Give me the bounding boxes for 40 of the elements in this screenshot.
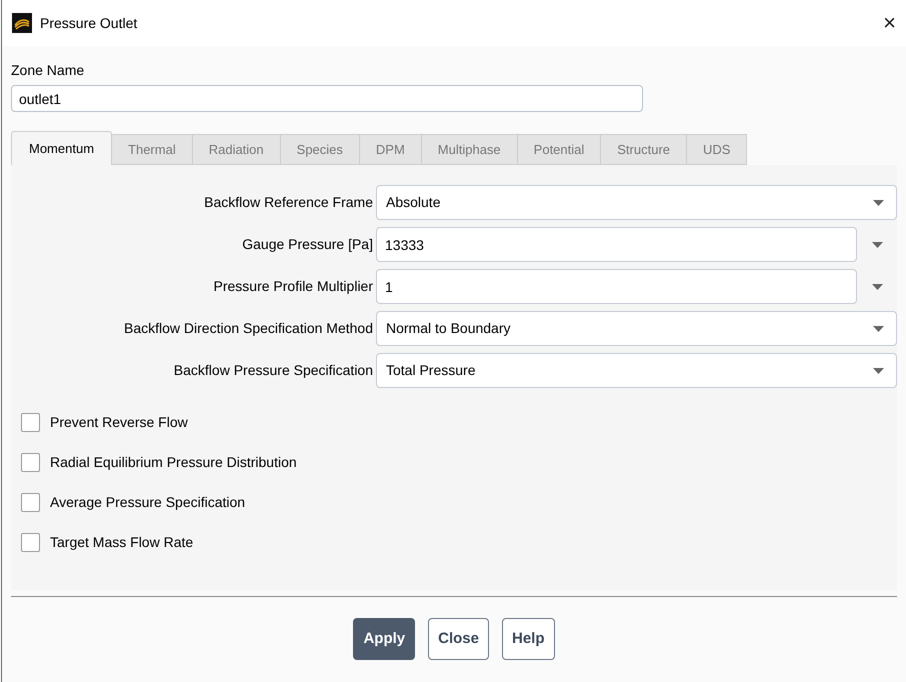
caret-icon [873,368,884,374]
tab[interactable]: Species [280,134,360,165]
dropdown[interactable]: Normal to Boundary [376,311,897,346]
checkbox[interactable] [21,413,40,432]
caret-icon [873,326,884,332]
tab[interactable]: Radiation [192,134,281,165]
input-field[interactable]: 1 [376,269,857,304]
dialog-button[interactable]: Apply [353,618,416,660]
tab[interactable]: Thermal [112,134,193,165]
window-title: Pressure Outlet [40,14,138,32]
tab[interactable]: Momentum [11,131,112,165]
app-logo-icon [12,13,32,33]
dialog-button[interactable]: Close [428,618,489,660]
tab[interactable]: DPM [360,134,422,165]
field-label: Backflow Reference Frame [203,193,374,212]
checkbox[interactable] [21,533,40,552]
zone-name-label: Zone Name [11,61,86,80]
field-label: Gauge Pressure [Pa] [241,235,374,254]
caret-icon [872,284,882,290]
field-label: Backflow Pressure Specification [172,361,374,380]
input-field[interactable]: 13333 [376,227,857,262]
field-label: Pressure Profile Multiplier [212,277,374,296]
dialog-button[interactable]: Help [502,618,555,660]
close-button[interactable]: × [883,12,896,34]
checkbox-label: Prevent Reverse Flow [50,413,188,432]
dropdown[interactable]: Absolute [376,185,897,220]
checkbox[interactable] [21,493,40,512]
checkbox-label: Average Pressure Specification [50,493,246,512]
tab[interactable]: Structure [601,134,688,165]
dropdown[interactable]: Total Pressure [376,353,897,388]
tab[interactable]: Multiphase [422,134,518,165]
caret-icon [873,200,884,206]
field-label: Backflow Direction Specification Method [122,319,374,338]
tab[interactable]: UDS [687,134,748,165]
checkbox-label: Target Mass Flow Rate [50,533,194,552]
caret-icon [872,242,882,248]
tab[interactable]: Potential [518,134,602,165]
zone-name-field[interactable]: outlet1 [11,85,643,112]
checkbox[interactable] [21,453,40,472]
checkbox-label: Radial Equilibrium Pressure Distribution [50,453,297,472]
